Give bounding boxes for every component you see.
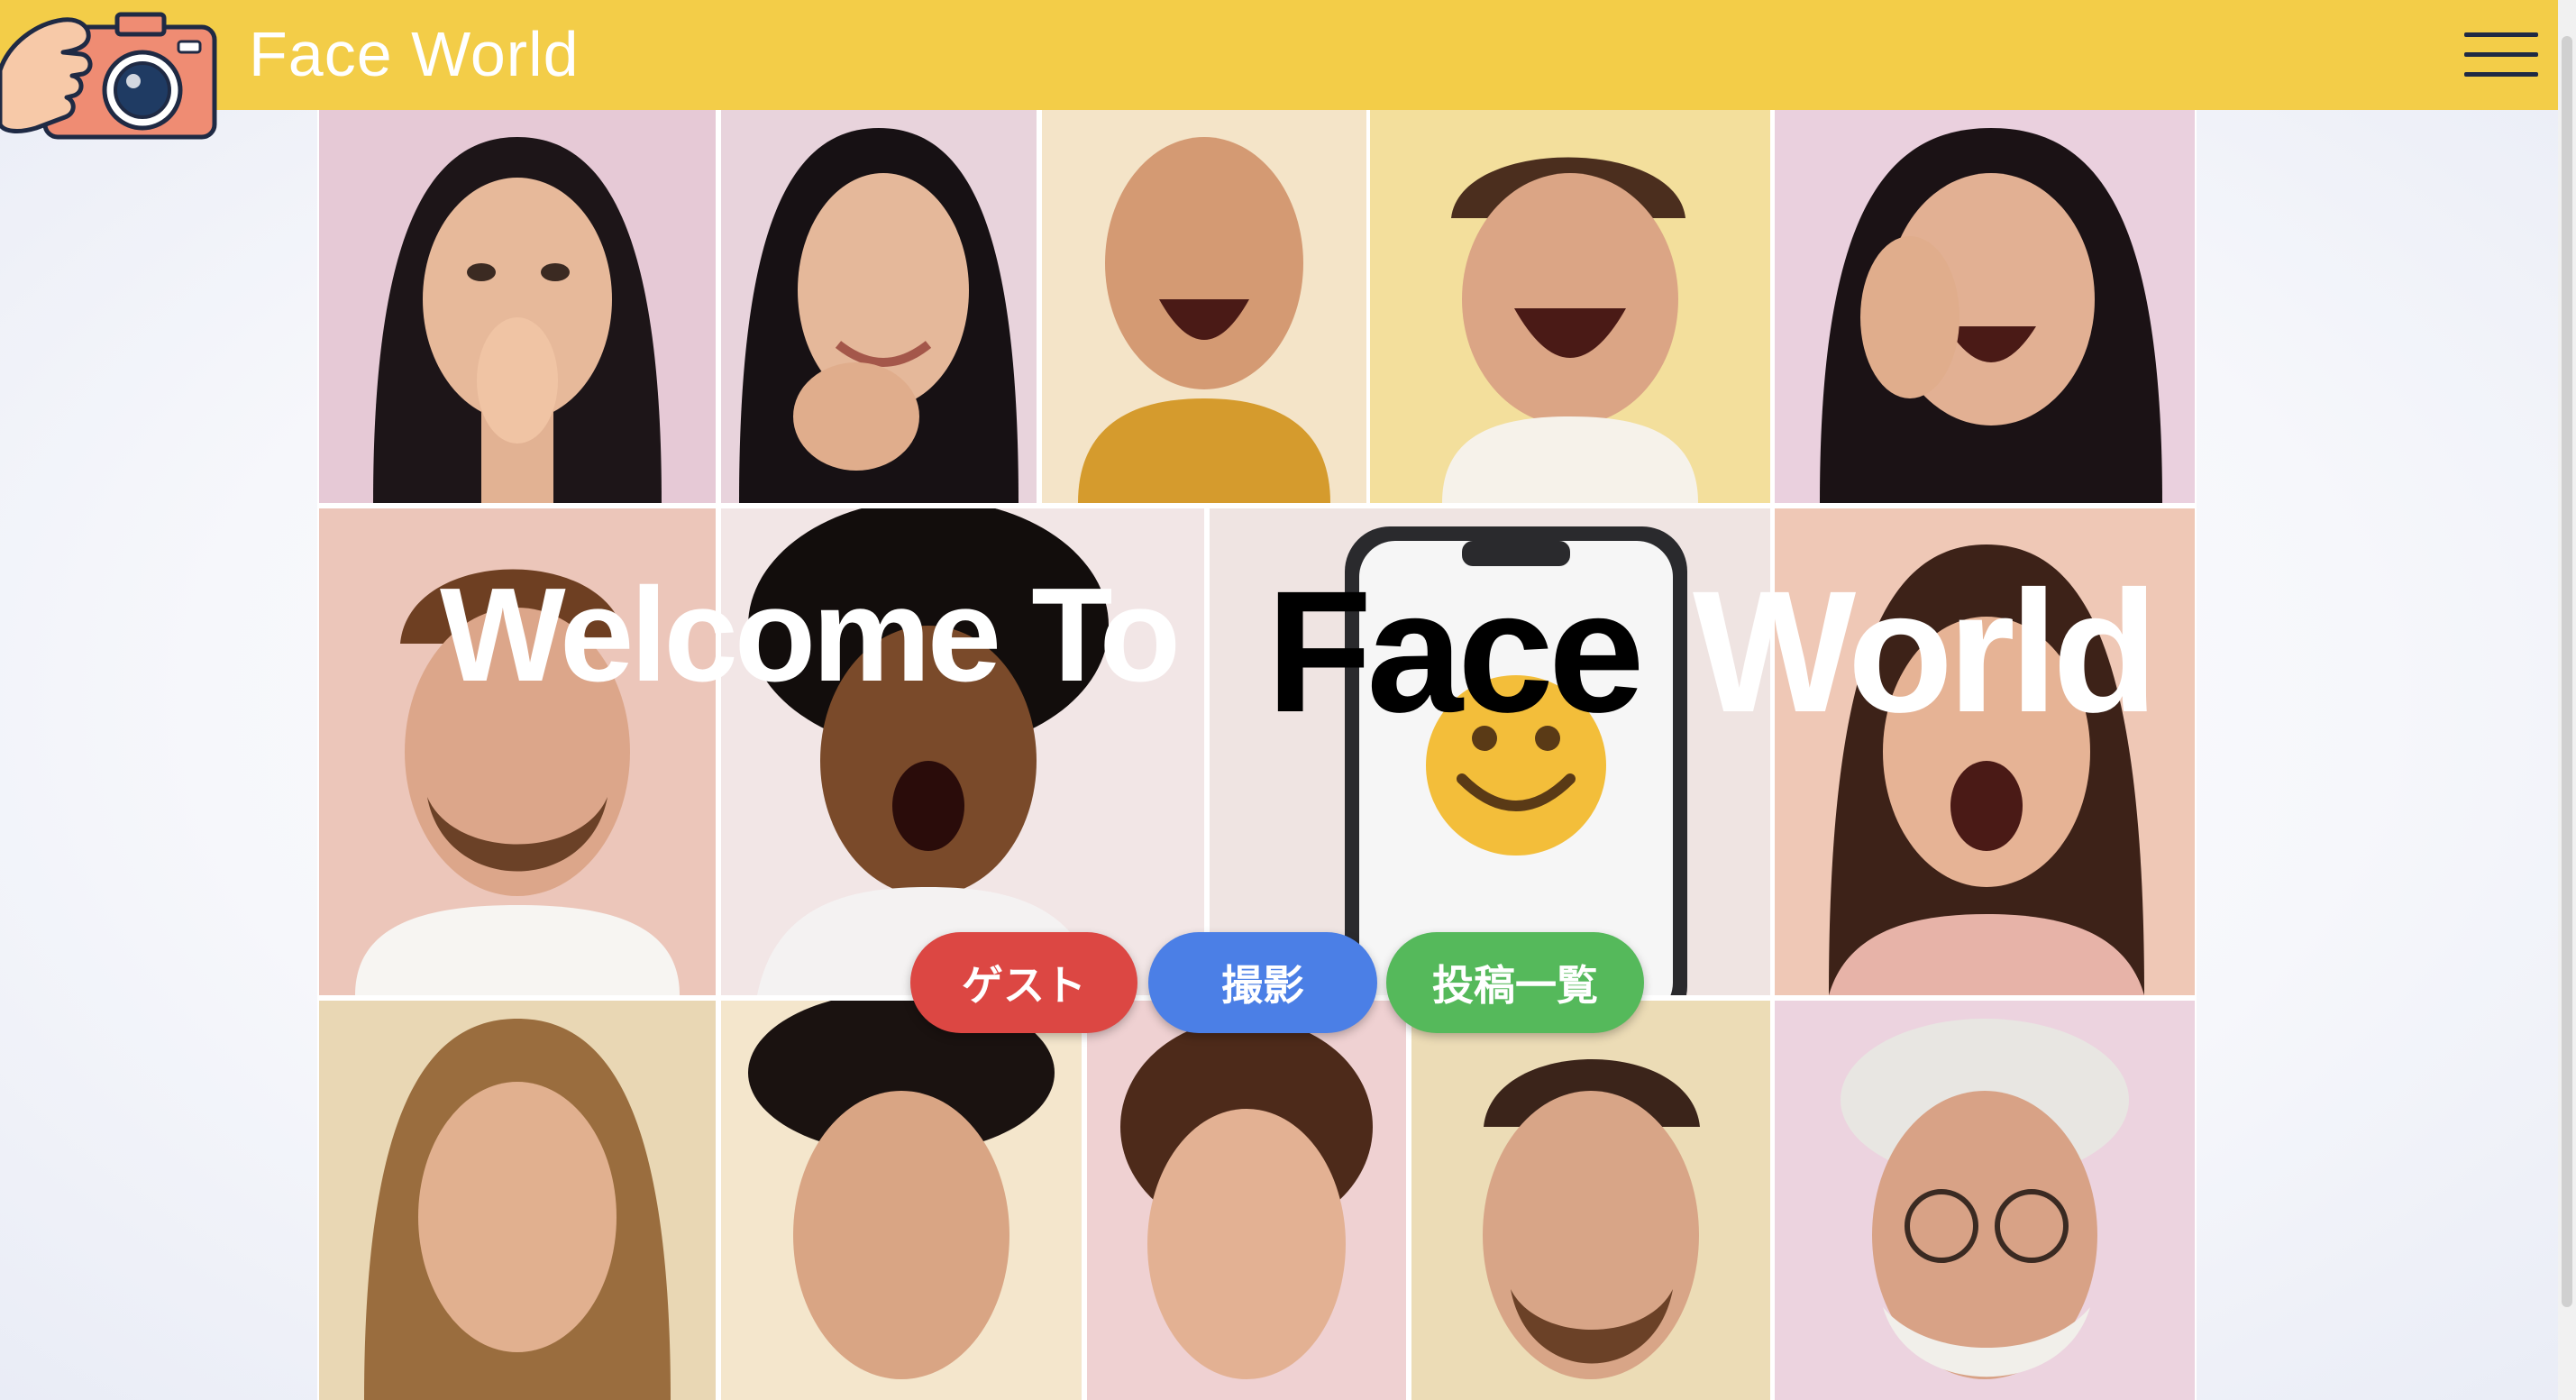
scrollbar[interactable] — [2558, 0, 2576, 1400]
portrait-woman-laughing — [1775, 110, 2195, 503]
portrait-old-man-glasses — [1775, 1001, 2195, 1400]
hamburger-menu-icon[interactable] — [2464, 32, 2538, 78]
portrait-woman-neutral — [319, 1001, 716, 1400]
camera-logo-icon[interactable] — [0, 7, 221, 144]
hero-welcome-text: Welcome To — [440, 561, 1181, 709]
portrait-woman-smiling — [721, 110, 1037, 503]
face-collage — [317, 110, 2197, 1400]
portrait-man-laughing — [1370, 110, 1770, 503]
scrollbar-thumb[interactable] — [2562, 36, 2572, 1307]
posts-list-button[interactable]: 投稿一覧 — [1386, 932, 1644, 1033]
page: Face World Welcome To Face World ゲスト 撮影 … — [0, 0, 2576, 1400]
hero-face-text: Face — [1266, 554, 1645, 748]
hero-world-text: World — [1693, 554, 2158, 748]
portrait-old-man-laughing — [1042, 110, 1366, 503]
portrait-man-neutral-beard — [1411, 1001, 1770, 1400]
shoot-button[interactable]: 撮影 — [1148, 932, 1377, 1033]
portrait-woman-surprised — [319, 110, 716, 503]
portrait-man-surprised — [721, 1001, 1082, 1400]
guest-button[interactable]: ゲスト — [910, 932, 1137, 1033]
brand-title[interactable]: Face World — [249, 18, 580, 90]
portrait-woman-short-hair — [1087, 1001, 1406, 1400]
